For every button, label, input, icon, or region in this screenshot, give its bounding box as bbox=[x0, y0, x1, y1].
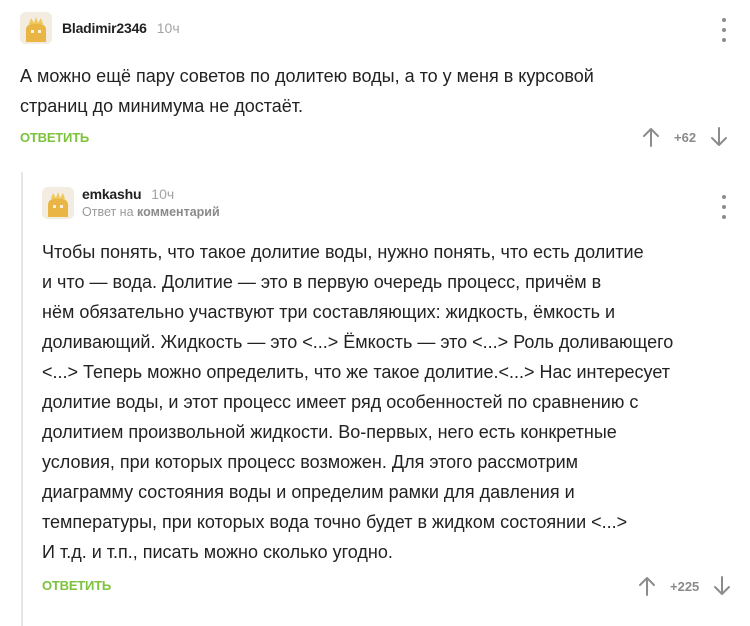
comment-line: Чтобы понять, что такое долитие воды, ну… bbox=[42, 242, 644, 262]
rating-controls: +62 bbox=[642, 127, 728, 147]
comment-line: <...> Теперь можно определить, что же та… bbox=[42, 362, 671, 382]
avatar[interactable] bbox=[20, 12, 52, 44]
comment-line: условия, при которых процесс возможен. Д… bbox=[42, 452, 579, 472]
arrow-up-icon[interactable] bbox=[642, 127, 660, 147]
comment-line: доливающий. Жидкость — это <...> Ёмкость… bbox=[42, 332, 674, 352]
default-avatar-icon bbox=[42, 186, 74, 219]
username[interactable]: Bladimir2346 bbox=[62, 20, 147, 36]
arrow-down-icon[interactable] bbox=[713, 576, 731, 596]
reply-button[interactable]: ОТВЕТИТЬ bbox=[42, 578, 111, 593]
comment-header: emkashu 10ч Ответ на комментарий bbox=[42, 186, 220, 219]
comment-line: долитием произвольной жидкости. Во-первы… bbox=[42, 422, 617, 442]
comment-header: Bladimir2346 10ч bbox=[20, 12, 180, 44]
comment-line: температуры, при которых вода точно буде… bbox=[42, 512, 628, 532]
rating-count: +62 bbox=[674, 129, 697, 145]
comment-line: и что — вода. Долитие — это в первую оче… bbox=[42, 272, 602, 292]
default-avatar-icon bbox=[20, 12, 52, 44]
avatar[interactable] bbox=[42, 186, 74, 219]
reply-to-link[interactable]: комментарий bbox=[137, 205, 220, 219]
username[interactable]: emkashu bbox=[82, 186, 141, 202]
timestamp[interactable]: 10ч bbox=[157, 20, 180, 36]
reply-to: Ответ на комментарий bbox=[82, 205, 220, 219]
comment-line: страниц до минимума не достаёт. bbox=[20, 96, 304, 116]
comment-text: А можно ещё пару советов по долитею воды… bbox=[20, 61, 594, 121]
comment-text: Чтобы понять, что такое долитие воды, ну… bbox=[42, 237, 673, 567]
more-vertical-icon[interactable] bbox=[714, 195, 734, 219]
rating-controls: +225 bbox=[638, 576, 731, 596]
timestamp[interactable]: 10ч bbox=[151, 186, 174, 202]
arrow-up-icon[interactable] bbox=[638, 576, 656, 596]
thread-branch-line[interactable] bbox=[21, 172, 23, 626]
comment-line: нём обязательно участвуют три составляющ… bbox=[42, 302, 616, 322]
rating-count: +225 bbox=[670, 578, 700, 594]
comment-line: А можно ещё пару советов по долитею воды… bbox=[20, 66, 594, 86]
reply-button[interactable]: ОТВЕТИТЬ bbox=[20, 130, 89, 145]
comment-line: И т.д. и т.п., писать можно сколько угод… bbox=[42, 542, 393, 562]
reply-to-prefix: Ответ на bbox=[82, 205, 134, 219]
comment-meta: emkashu 10ч Ответ на комментарий bbox=[82, 186, 220, 219]
more-vertical-icon[interactable] bbox=[714, 18, 734, 42]
comment-line: диаграмму состояния воды и определим рам… bbox=[42, 482, 575, 502]
comment-line: долитие воды, и этот процесс имеет ряд о… bbox=[42, 392, 639, 412]
arrow-down-icon[interactable] bbox=[710, 127, 728, 147]
